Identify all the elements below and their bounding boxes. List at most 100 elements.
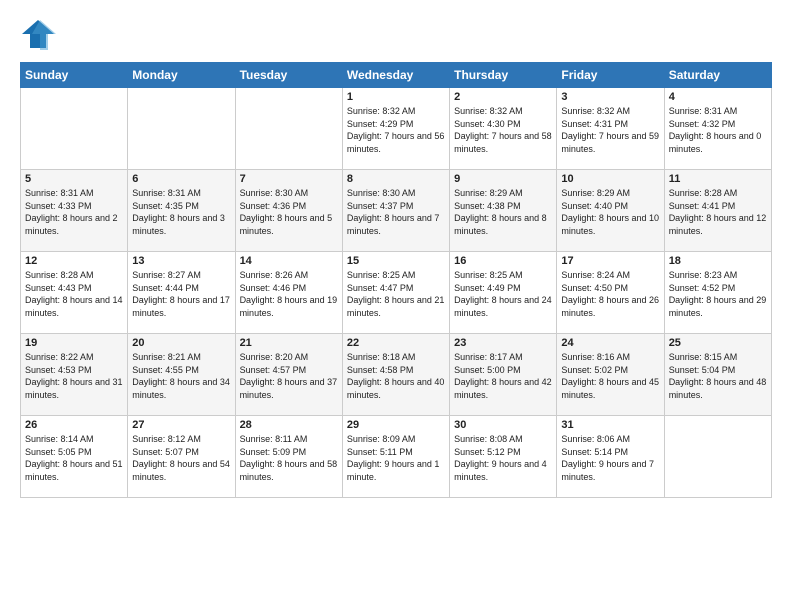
calendar-cell: 3Sunrise: 8:32 AM Sunset: 4:31 PM Daylig…: [557, 88, 664, 170]
day-number: 30: [454, 419, 552, 431]
day-info: Sunrise: 8:15 AM Sunset: 5:04 PM Dayligh…: [669, 351, 767, 401]
calendar-cell: 12 Sunrise: 8:28 AM Sunset: 4:43 PM Dayli…: [21, 252, 128, 334]
day-info: Sunrise: 8:14 AM Sunset: 5:05 PM Dayligh…: [25, 433, 123, 483]
day-info: Sunrise: 8:25 AM Sunset: 4:47 PM Dayligh…: [347, 269, 445, 319]
calendar-cell: 31 Sunrise: 8:06 AM Sunset: 5:14 PM Dayli…: [557, 416, 664, 498]
calendar-cell: 21Sunrise: 8:20 AM Sunset: 4:57 PM Dayli…: [235, 334, 342, 416]
day-info: Sunrise: 8:21 AM Sunset: 4:55 PM Dayligh…: [132, 351, 230, 401]
calendar-cell: 14 Sunrise: 8:26 AM Sunset: 4:46 PM Dayli…: [235, 252, 342, 334]
day-info: Sunrise: 8:32 AM Sunset: 4:29 PM Dayligh…: [347, 105, 445, 155]
day-number: 21: [240, 337, 338, 349]
day-info: Sunrise: 8:27 AM Sunset: 4:44 PM Dayligh…: [132, 269, 230, 319]
day-info: Sunrise: 8:32 AM Sunset: 4:30 PM Dayligh…: [454, 105, 552, 155]
calendar-table: SundayMondayTuesdayWednesdayThursdayFrid…: [20, 62, 772, 498]
day-info: Sunrise: 8:31 AM Sunset: 4:33 PM Dayligh…: [25, 187, 123, 237]
day-info: Sunrise: 8:23 AM Sunset: 4:52 PM Dayligh…: [669, 269, 767, 319]
calendar-week-1: 1Sunrise: 8:32 AM Sunset: 4:29 PM Daylig…: [21, 88, 772, 170]
day-number: 11: [669, 173, 767, 185]
day-number: 31: [561, 419, 659, 431]
day-info: Sunrise: 8:12 AM Sunset: 5:07 PM Dayligh…: [132, 433, 230, 483]
weekday-header-sunday: Sunday: [21, 63, 128, 88]
calendar-cell: 26 Sunrise: 8:14 AM Sunset: 5:05 PM Dayli…: [21, 416, 128, 498]
calendar-cell: 10Sunrise: 8:29 AM Sunset: 4:40 PM Dayli…: [557, 170, 664, 252]
day-number: 6: [132, 173, 230, 185]
day-info: Sunrise: 8:25 AM Sunset: 4:49 PM Dayligh…: [454, 269, 552, 319]
calendar-cell: 16 Sunrise: 8:25 AM Sunset: 4:49 PM Dayli…: [450, 252, 557, 334]
calendar-week-2: 5 Sunrise: 8:31 AM Sunset: 4:33 PM Daylig…: [21, 170, 772, 252]
calendar-cell: 2 Sunrise: 8:32 AM Sunset: 4:30 PM Daylig…: [450, 88, 557, 170]
calendar-cell: 20 Sunrise: 8:21 AM Sunset: 4:55 PM Dayli…: [128, 334, 235, 416]
weekday-header-thursday: Thursday: [450, 63, 557, 88]
logo: [20, 16, 60, 52]
logo-icon: [20, 16, 56, 52]
day-number: 20: [132, 337, 230, 349]
day-info: Sunrise: 8:30 AM Sunset: 4:37 PM Dayligh…: [347, 187, 445, 237]
day-number: 9: [454, 173, 552, 185]
day-info: Sunrise: 8:24 AM Sunset: 4:50 PM Dayligh…: [561, 269, 659, 319]
calendar-cell: 5 Sunrise: 8:31 AM Sunset: 4:33 PM Daylig…: [21, 170, 128, 252]
weekday-header-monday: Monday: [128, 63, 235, 88]
day-number: 14: [240, 255, 338, 267]
calendar-cell: [128, 88, 235, 170]
day-number: 23: [454, 337, 552, 349]
day-number: 27: [132, 419, 230, 431]
calendar-cell: [235, 88, 342, 170]
day-info: Sunrise: 8:17 AM Sunset: 5:00 PM Dayligh…: [454, 351, 552, 401]
calendar-cell: 7 Sunrise: 8:30 AM Sunset: 4:36 PM Daylig…: [235, 170, 342, 252]
calendar-week-3: 12 Sunrise: 8:28 AM Sunset: 4:43 PM Dayli…: [21, 252, 772, 334]
calendar-cell: 15 Sunrise: 8:25 AM Sunset: 4:47 PM Dayli…: [342, 252, 449, 334]
day-number: 5: [25, 173, 123, 185]
calendar-cell: 1Sunrise: 8:32 AM Sunset: 4:29 PM Daylig…: [342, 88, 449, 170]
day-info: Sunrise: 8:26 AM Sunset: 4:46 PM Dayligh…: [240, 269, 338, 319]
day-info: Sunrise: 8:09 AM Sunset: 5:11 PM Dayligh…: [347, 433, 445, 483]
day-info: Sunrise: 8:16 AM Sunset: 5:02 PM Dayligh…: [561, 351, 659, 401]
calendar-cell: 11Sunrise: 8:28 AM Sunset: 4:41 PM Dayli…: [664, 170, 771, 252]
calendar-cell: 24 Sunrise: 8:16 AM Sunset: 5:02 PM Dayli…: [557, 334, 664, 416]
calendar-cell: 30 Sunrise: 8:08 AM Sunset: 5:12 PM Dayli…: [450, 416, 557, 498]
day-info: Sunrise: 8:31 AM Sunset: 4:32 PM Dayligh…: [669, 105, 767, 155]
day-number: 7: [240, 173, 338, 185]
day-number: 2: [454, 91, 552, 103]
day-number: 17: [561, 255, 659, 267]
weekday-header-friday: Friday: [557, 63, 664, 88]
day-info: Sunrise: 8:30 AM Sunset: 4:36 PM Dayligh…: [240, 187, 338, 237]
day-info: Sunrise: 8:06 AM Sunset: 5:14 PM Dayligh…: [561, 433, 659, 483]
day-number: 8: [347, 173, 445, 185]
day-number: 29: [347, 419, 445, 431]
calendar-cell: 19Sunrise: 8:22 AM Sunset: 4:53 PM Dayli…: [21, 334, 128, 416]
calendar-cell: 22Sunrise: 8:18 AM Sunset: 4:58 PM Dayli…: [342, 334, 449, 416]
calendar-cell: 6Sunrise: 8:31 AM Sunset: 4:35 PM Daylig…: [128, 170, 235, 252]
day-number: 3: [561, 91, 659, 103]
day-info: Sunrise: 8:18 AM Sunset: 4:58 PM Dayligh…: [347, 351, 445, 401]
day-number: 24: [561, 337, 659, 349]
calendar-cell: [664, 416, 771, 498]
day-number: 26: [25, 419, 123, 431]
weekday-header-tuesday: Tuesday: [235, 63, 342, 88]
calendar-cell: 27 Sunrise: 8:12 AM Sunset: 5:07 PM Dayli…: [128, 416, 235, 498]
calendar-cell: 4Sunrise: 8:31 AM Sunset: 4:32 PM Daylig…: [664, 88, 771, 170]
calendar-cell: [21, 88, 128, 170]
calendar-week-4: 19Sunrise: 8:22 AM Sunset: 4:53 PM Dayli…: [21, 334, 772, 416]
calendar-week-5: 26 Sunrise: 8:14 AM Sunset: 5:05 PM Dayli…: [21, 416, 772, 498]
calendar-cell: 18Sunrise: 8:23 AM Sunset: 4:52 PM Dayli…: [664, 252, 771, 334]
day-info: Sunrise: 8:11 AM Sunset: 5:09 PM Dayligh…: [240, 433, 338, 483]
weekday-header-wednesday: Wednesday: [342, 63, 449, 88]
day-info: Sunrise: 8:29 AM Sunset: 4:38 PM Dayligh…: [454, 187, 552, 237]
calendar-cell: 13Sunrise: 8:27 AM Sunset: 4:44 PM Dayli…: [128, 252, 235, 334]
weekday-header-saturday: Saturday: [664, 63, 771, 88]
day-info: Sunrise: 8:28 AM Sunset: 4:43 PM Dayligh…: [25, 269, 123, 319]
day-info: Sunrise: 8:08 AM Sunset: 5:12 PM Dayligh…: [454, 433, 552, 483]
calendar-cell: 8 Sunrise: 8:30 AM Sunset: 4:37 PM Daylig…: [342, 170, 449, 252]
day-number: 16: [454, 255, 552, 267]
day-number: 28: [240, 419, 338, 431]
calendar-cell: 17 Sunrise: 8:24 AM Sunset: 4:50 PM Dayli…: [557, 252, 664, 334]
day-number: 15: [347, 255, 445, 267]
calendar-cell: 25Sunrise: 8:15 AM Sunset: 5:04 PM Dayli…: [664, 334, 771, 416]
calendar-cell: 9 Sunrise: 8:29 AM Sunset: 4:38 PM Daylig…: [450, 170, 557, 252]
day-number: 12: [25, 255, 123, 267]
calendar-cell: 28 Sunrise: 8:11 AM Sunset: 5:09 PM Dayli…: [235, 416, 342, 498]
day-number: 19: [25, 337, 123, 349]
day-info: Sunrise: 8:29 AM Sunset: 4:40 PM Dayligh…: [561, 187, 659, 237]
calendar-cell: 29 Sunrise: 8:09 AM Sunset: 5:11 PM Dayli…: [342, 416, 449, 498]
calendar-cell: 23 Sunrise: 8:17 AM Sunset: 5:00 PM Dayli…: [450, 334, 557, 416]
